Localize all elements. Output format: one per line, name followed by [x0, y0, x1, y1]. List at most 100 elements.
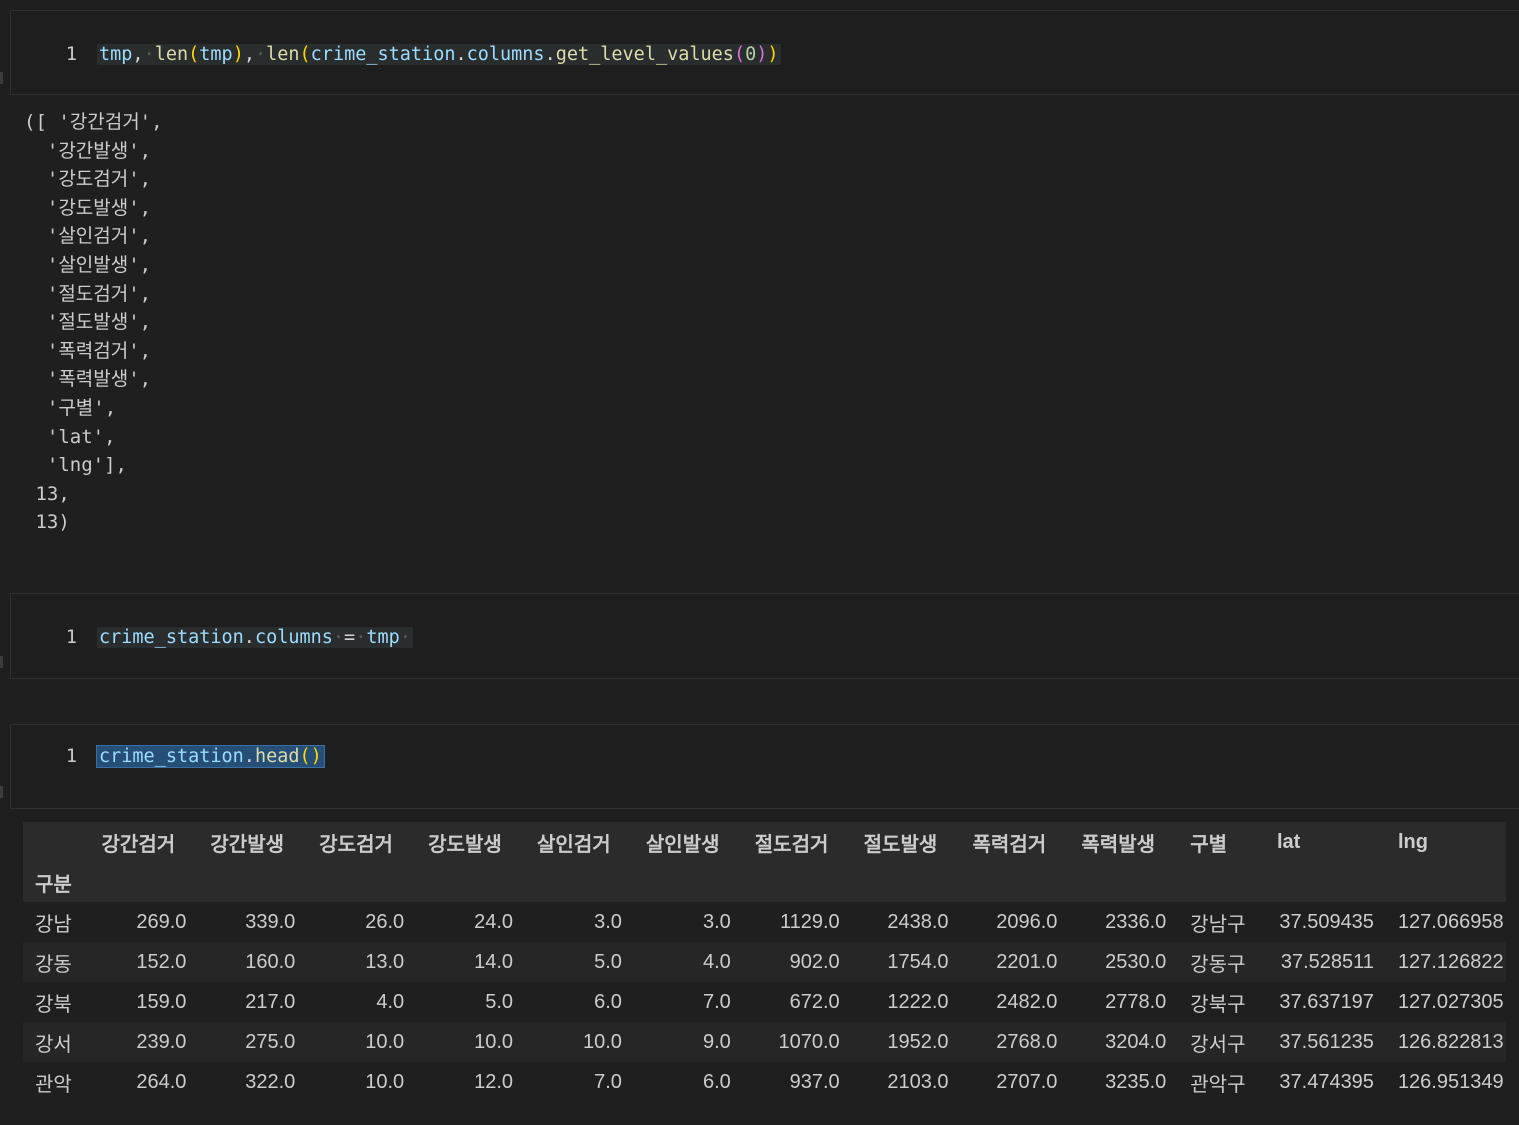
table-cell: 159.0: [136, 990, 187, 1013]
table-cell: 24.0: [474, 910, 514, 933]
code-token: (: [188, 43, 200, 65]
table-cell: 2103.0: [887, 1070, 949, 1093]
table-cell: 26.0: [365, 910, 405, 933]
row-index: 관악: [35, 1073, 72, 1096]
table-cell: 12.0: [474, 1070, 514, 1093]
code-token: (: [299, 745, 311, 767]
table-cell: 217.0: [245, 990, 296, 1013]
table-cell: 152.0: [136, 950, 187, 973]
cell-edge-marker: [0, 786, 3, 798]
table-cell: 3204.0: [1105, 1030, 1167, 1053]
column-header: 강도검거: [319, 833, 393, 856]
table-cell: 127.027305: [1397, 990, 1504, 1013]
table-cell: 127.066958: [1397, 910, 1504, 933]
index-name-spacer: [90, 862, 1506, 902]
table-cell: 264.0: [136, 1070, 187, 1093]
column-header: 절도발생: [863, 833, 938, 856]
code-token: ·: [254, 43, 267, 65]
code-token: ·: [399, 626, 411, 648]
table-cell: 672.0: [789, 990, 840, 1013]
table-cell: 2768.0: [996, 1030, 1058, 1053]
code-token: head: [254, 745, 300, 767]
table-cell: 37.528511: [1280, 950, 1374, 973]
code-token: .: [243, 745, 255, 767]
table-cell: 37.474395: [1279, 1070, 1374, 1093]
code-token: 0: [745, 43, 757, 65]
code-cell-3[interactable]: 1 crime_station.head(): [10, 724, 1519, 809]
line-number: 1: [65, 626, 77, 648]
row-index: 강서: [35, 1033, 72, 1056]
code-token: ): [756, 43, 768, 65]
code-cell-1[interactable]: 1 tmp,·len(tmp),·len(crime_station.colum…: [10, 10, 1519, 95]
table-cell: 1952.0: [887, 1030, 949, 1053]
column-header: 폭력발생: [1081, 833, 1156, 856]
table-cell: 관악구: [1190, 1073, 1246, 1096]
code-token: ·: [332, 626, 345, 648]
table-cell: 9.0: [702, 1030, 731, 1053]
code-token: ): [767, 43, 779, 65]
code-text[interactable]: tmp,·len(tmp),·len(crime_station.columns…: [97, 43, 781, 65]
table-cell: 13.0: [365, 950, 405, 973]
column-header: 강도발생: [428, 833, 502, 856]
table-cell: 2707.0: [996, 1070, 1058, 1093]
table-cell: 127.126822: [1397, 950, 1504, 973]
table-cell: 7.0: [594, 1070, 622, 1093]
code-token: =: [344, 626, 356, 648]
column-header: 살인검거: [537, 833, 611, 856]
code-line[interactable]: 1 crime_station.columns·=·tmp·: [11, 624, 413, 650]
column-header: lat: [1276, 830, 1301, 853]
line-number: 1: [65, 43, 77, 65]
row-index: 강북: [35, 993, 72, 1016]
table-cell: 1754.0: [887, 950, 949, 973]
table-cell: 2201.0: [996, 950, 1058, 973]
table-cell: 10.0: [474, 1030, 514, 1053]
code-token: ): [232, 43, 244, 65]
table-cell: 2778.0: [1105, 990, 1167, 1013]
code-token: ,: [243, 43, 255, 65]
table-cell: 4.0: [702, 950, 731, 973]
code-token: .: [544, 43, 556, 65]
code-line[interactable]: 1 tmp,·len(tmp),·len(crime_station.colum…: [11, 41, 781, 67]
row-index: 강동: [35, 953, 72, 976]
column-header: 강간검거: [101, 833, 176, 856]
row-index: 강남: [35, 913, 72, 936]
table-cell: 2096.0: [996, 910, 1058, 933]
table-cell: 3.0: [702, 910, 731, 933]
table-row: 관악 264.0 322.0 10.0 12.0 7.0 6.0 937.0 2103.0 270…: [23, 1062, 1506, 1102]
column-header: 구별: [1190, 833, 1228, 856]
table-cell: 3235.0: [1105, 1070, 1167, 1093]
code-token: ·: [143, 43, 155, 65]
table-cell: 275.0: [245, 1030, 296, 1053]
table-cell: 7.0: [702, 990, 731, 1013]
code-cell-2[interactable]: 1 crime_station.columns·=·tmp·: [10, 593, 1519, 679]
code-token: crime_station: [310, 43, 456, 65]
table-cell: 322.0: [245, 1070, 296, 1093]
index-name-row: 구분: [23, 862, 1506, 902]
code-token: crime_station: [99, 745, 244, 767]
table-row: 강북 159.0 217.0 4.0 5.0 6.0 7.0 672.0 1222.0 2482.…: [23, 982, 1506, 1022]
column-header: 살인발생: [645, 833, 720, 856]
table-cell: 160.0: [245, 950, 296, 973]
table-cell: 5.0: [594, 950, 622, 973]
table-cell: 강남구: [1190, 913, 1246, 936]
table-row: 강서 239.0 275.0 10.0 10.0 10.0 9.0 1070.0 1952.0 2…: [23, 1022, 1506, 1062]
table-cell: 강북구: [1190, 993, 1246, 1016]
code-text[interactable]: crime_station.head(): [96, 744, 325, 768]
table-row: 강남 269.0 339.0 26.0 24.0 3.0 3.0 1129.0 2438.0 20…: [23, 902, 1506, 942]
table-cell: 5.0: [485, 990, 514, 1013]
table-cell: 4.0: [376, 990, 405, 1013]
column-header-row: 강간검거 강간발생 강도검거 강도발생 살인검거 살인발생 절도검거 절도발생 폭력검거 폭력발생…: [23, 822, 1506, 862]
table-cell: 10.0: [365, 1070, 405, 1093]
table-cell: 1129.0: [779, 910, 840, 933]
table-cell: 14.0: [474, 950, 514, 973]
code-line[interactable]: 1 crime_station.head(): [11, 743, 325, 769]
table-cell: 6.0: [594, 990, 622, 1013]
code-token: ): [310, 745, 322, 767]
code-token: ·: [355, 626, 367, 648]
code-text[interactable]: crime_station.columns·=·tmp·: [97, 626, 413, 648]
column-header: lng: [1397, 830, 1428, 853]
code-token: ,: [132, 43, 144, 65]
table-cell: 6.0: [702, 1070, 731, 1093]
code-token: tmp: [99, 43, 133, 65]
code-token: columns: [254, 626, 333, 648]
